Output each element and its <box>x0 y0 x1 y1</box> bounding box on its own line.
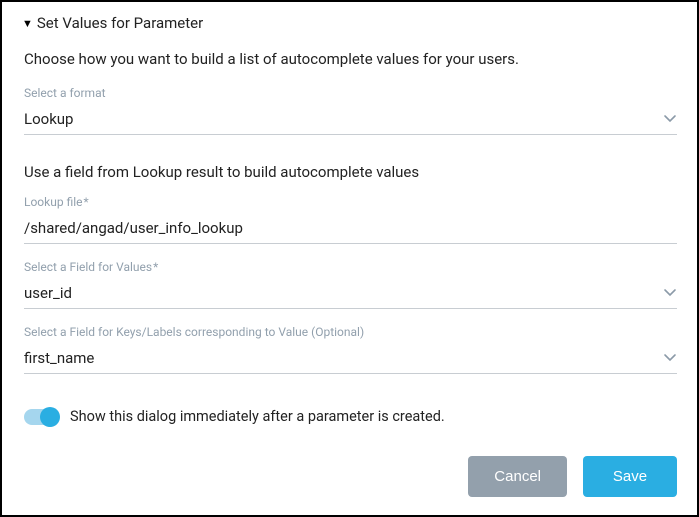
chevron-down-icon <box>663 353 677 363</box>
set-values-dialog: ▼ Set Values for Parameter Choose how yo… <box>0 0 699 517</box>
required-mark: * <box>153 260 158 274</box>
field-keys-group: Select a Field for Keys/Labels correspon… <box>22 325 677 374</box>
toggle-knob <box>40 407 60 427</box>
field-values-label: Select a Field for Values* <box>24 260 677 274</box>
dialog-title: Set Values for Parameter <box>37 14 203 32</box>
toggle-label: Show this dialog immediately after a par… <box>70 408 445 425</box>
toggle-row: Show this dialog immediately after a par… <box>22 408 677 425</box>
format-field-group: Select a format Lookup <box>22 86 677 135</box>
field-values-group: Select a Field for Values* user_id <box>22 260 677 309</box>
lookup-file-input[interactable]: /shared/angad/user_info_lookup <box>24 215 677 244</box>
chevron-down-icon <box>663 114 677 124</box>
instruction-text: Choose how you want to build a list of a… <box>22 50 677 68</box>
chevron-down-icon <box>663 288 677 298</box>
format-value: Lookup <box>24 110 73 128</box>
field-values-value: user_id <box>24 284 72 302</box>
lookup-file-label-text: Lookup file <box>24 195 83 209</box>
lookup-file-value: /shared/angad/user_info_lookup <box>24 219 243 237</box>
collapse-icon[interactable]: ▼ <box>22 18 33 29</box>
cancel-button[interactable]: Cancel <box>468 456 567 497</box>
save-button[interactable]: Save <box>583 456 677 497</box>
field-values-label-text: Select a Field for Values <box>24 260 152 274</box>
dialog-header: ▼ Set Values for Parameter <box>22 14 677 32</box>
button-row: Cancel Save <box>22 456 677 497</box>
required-mark: * <box>84 195 89 209</box>
lookup-subheading: Use a field from Lookup result to build … <box>22 163 677 181</box>
format-label: Select a format <box>24 86 677 100</box>
lookup-file-field-group: Lookup file* /shared/angad/user_info_loo… <box>22 195 677 244</box>
field-keys-select[interactable]: first_name <box>24 345 677 374</box>
field-values-select[interactable]: user_id <box>24 280 677 309</box>
format-select[interactable]: Lookup <box>24 106 677 135</box>
field-keys-label: Select a Field for Keys/Labels correspon… <box>24 325 677 339</box>
field-keys-value: first_name <box>24 349 94 367</box>
show-dialog-toggle[interactable] <box>24 409 58 425</box>
lookup-file-label: Lookup file* <box>24 195 677 209</box>
